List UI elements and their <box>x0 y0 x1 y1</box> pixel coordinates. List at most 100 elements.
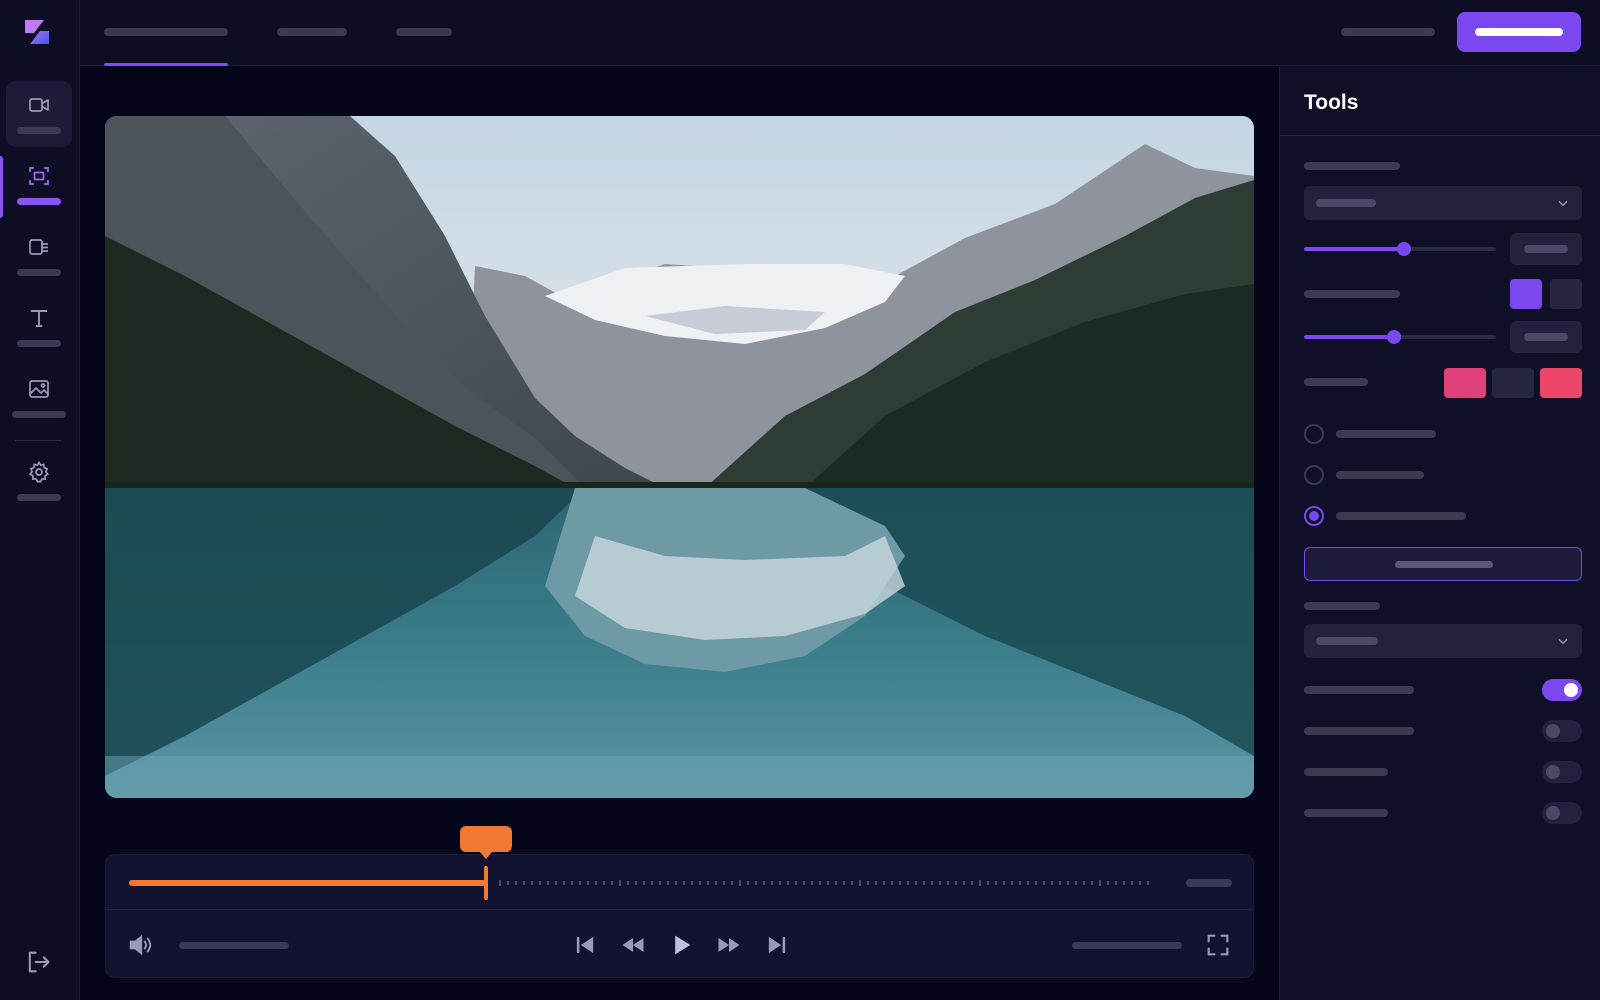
tools-panel-header: Tools <box>1280 66 1600 136</box>
timeline-tick <box>1139 881 1141 885</box>
skip-back-button[interactable] <box>571 931 599 959</box>
timeline-tick <box>723 881 725 885</box>
play-button[interactable] <box>667 931 695 959</box>
timeline-tick <box>563 881 565 885</box>
top-bar-link[interactable] <box>1341 28 1435 36</box>
duration-label <box>1186 879 1232 887</box>
rail-item-settings[interactable] <box>6 448 72 514</box>
skip-forward-button[interactable] <box>763 931 791 959</box>
timeline-tick <box>635 881 637 885</box>
timeline-tick <box>539 881 541 885</box>
rail-item-media[interactable] <box>6 223 72 289</box>
timeline-tick <box>1131 881 1133 885</box>
timeline-tick <box>1035 881 1037 885</box>
timeline-tick <box>603 881 605 885</box>
slider-1-value[interactable] <box>1510 233 1582 265</box>
preset-dropdown[interactable] <box>1304 186 1582 220</box>
toggle-3[interactable] <box>1542 761 1582 783</box>
value-text <box>1524 333 1568 341</box>
slider-2-value[interactable] <box>1510 321 1582 353</box>
tab-1[interactable] <box>104 0 228 66</box>
toggle-4[interactable] <box>1542 802 1582 824</box>
timeline-tick <box>803 881 805 885</box>
primary-action-button[interactable] <box>1457 12 1581 52</box>
active-tab-underline <box>104 63 228 66</box>
volume-button[interactable] <box>126 931 154 959</box>
timeline-tick <box>851 881 853 885</box>
timeline-tick <box>699 881 701 885</box>
slider-2[interactable] <box>1304 330 1496 344</box>
color-swatch[interactable] <box>1550 279 1582 309</box>
chevron-down-icon <box>1558 638 1568 645</box>
timeline-tick <box>691 881 693 885</box>
timeline-tick <box>651 881 653 885</box>
slider-handle[interactable] <box>1396 242 1411 256</box>
color-swatch[interactable] <box>1510 279 1542 309</box>
fast-forward-button[interactable] <box>715 931 743 959</box>
timeline-tick <box>675 881 677 885</box>
timeline-tick <box>683 881 685 885</box>
section-label <box>1304 162 1400 170</box>
timeline-tick <box>859 880 861 886</box>
timeline-tick <box>931 881 933 885</box>
timeline-tick <box>963 881 965 885</box>
rail-item-label <box>17 340 61 347</box>
radio-option-3[interactable] <box>1304 506 1324 526</box>
radio-option-2[interactable] <box>1304 465 1324 485</box>
play-icon <box>675 935 691 955</box>
volume-slider[interactable] <box>179 942 289 949</box>
section-label <box>1304 602 1380 610</box>
text-icon <box>31 310 47 327</box>
timeline-tick <box>1043 881 1045 885</box>
rail-item-video[interactable] <box>6 81 72 147</box>
primary-action-label <box>1475 28 1563 36</box>
tab-label <box>396 28 452 36</box>
tab-2[interactable] <box>277 0 347 66</box>
skip-forward-icon <box>768 936 786 954</box>
timeline-tick <box>883 881 885 885</box>
rail-item-image[interactable] <box>6 365 72 431</box>
timeline-tick <box>835 881 837 885</box>
radio-option-1[interactable] <box>1304 424 1324 444</box>
timeline-tick <box>1107 881 1109 885</box>
timeline-tick <box>763 881 765 885</box>
timeline-tick <box>779 881 781 885</box>
rail-item-text[interactable] <box>6 294 72 360</box>
timeline-tick <box>715 881 717 885</box>
timeline-track[interactable] <box>129 826 1149 900</box>
timeline-tick <box>1059 881 1061 885</box>
timeline-tick <box>979 880 981 886</box>
toggle-1[interactable] <box>1542 679 1582 701</box>
timeline-tick <box>787 881 789 885</box>
fullscreen-icon <box>1207 934 1229 956</box>
timeline-tick <box>587 881 589 885</box>
rewind-button[interactable] <box>619 931 647 959</box>
playback-speed-label[interactable] <box>1072 942 1182 949</box>
toggle-2[interactable] <box>1542 720 1582 742</box>
timeline-tick <box>987 881 989 885</box>
rail-item-crop[interactable] <box>6 152 72 218</box>
color-swatch[interactable] <box>1444 368 1486 398</box>
gear-icon <box>28 460 50 483</box>
top-bar <box>80 0 1600 66</box>
left-rail <box>0 0 80 1000</box>
timeline-tick <box>555 881 557 885</box>
timeline-playhead[interactable] <box>484 866 488 900</box>
color-swatch[interactable] <box>1492 368 1534 398</box>
timeline-tick <box>907 881 909 885</box>
timeline-tick <box>619 880 621 886</box>
logout-icon[interactable] <box>24 948 52 976</box>
color-swatch[interactable] <box>1540 368 1582 398</box>
slider-1[interactable] <box>1304 242 1496 256</box>
timeline-tick <box>659 881 661 885</box>
tools-panel: Tools <box>1279 66 1600 1000</box>
slider-handle[interactable] <box>1387 330 1402 344</box>
apply-button[interactable] <box>1304 547 1582 581</box>
video-preview[interactable] <box>105 116 1254 798</box>
dropdown-value <box>1316 637 1378 645</box>
tab-3[interactable] <box>396 0 452 66</box>
option-dropdown[interactable] <box>1304 624 1582 658</box>
fullscreen-button[interactable] <box>1204 931 1232 959</box>
rail-divider <box>15 440 61 441</box>
timeline-tick <box>1091 881 1093 885</box>
